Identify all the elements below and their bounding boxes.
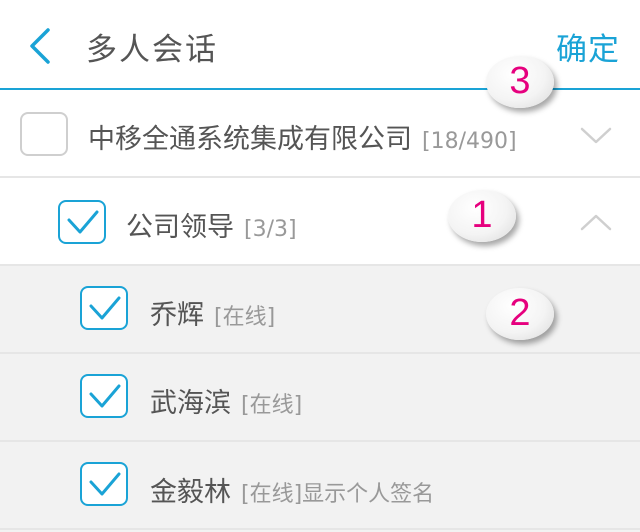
- member-name: 乔辉: [150, 300, 204, 331]
- checkmark-icon: [89, 472, 121, 496]
- chevron-down-icon[interactable]: [580, 126, 612, 146]
- member-row[interactable]: 金毅林 [在线]显示个人签名: [0, 442, 640, 532]
- group-row[interactable]: 公司领导 [3/3]: [0, 178, 640, 264]
- org-name: 中移全通系统集成有限公司: [88, 124, 412, 155]
- chevron-up-icon[interactable]: [580, 212, 612, 232]
- back-button[interactable]: [26, 26, 66, 66]
- annotation-number: 2: [509, 292, 531, 334]
- chevron-left-icon: [30, 28, 50, 64]
- annotation-badge: 3: [486, 56, 554, 108]
- member-status: [在线]显示个人签名: [241, 482, 435, 507]
- member-row[interactable]: 武海滨 [在线]: [0, 354, 640, 440]
- org-count: [18/490]: [422, 129, 517, 154]
- annotation-badge: 2: [486, 288, 554, 340]
- member-checkbox[interactable]: [80, 462, 128, 506]
- confirm-button[interactable]: 确定: [556, 24, 620, 69]
- member-name: 金毅林: [150, 477, 231, 508]
- member-checkbox[interactable]: [80, 286, 128, 330]
- org-checkbox[interactable]: [20, 112, 68, 156]
- annotation-badge: 1: [448, 190, 516, 242]
- member-checkbox[interactable]: [80, 374, 128, 418]
- divider: [0, 528, 640, 530]
- member-status: [在线]: [214, 305, 276, 330]
- group-name: 公司领导: [126, 212, 234, 243]
- annotation-number: 1: [471, 194, 493, 236]
- annotation-number: 3: [509, 60, 531, 102]
- member-status: [在线]: [241, 393, 303, 418]
- checkmark-icon: [67, 210, 99, 234]
- org-row[interactable]: 中移全通系统集成有限公司 [18/490]: [0, 90, 640, 178]
- checkmark-icon: [89, 384, 121, 408]
- page-title: 多人会话: [86, 32, 218, 68]
- checkmark-icon: [89, 296, 121, 320]
- member-name: 武海滨: [150, 388, 231, 419]
- group-checkbox[interactable]: [58, 200, 106, 244]
- group-count: [3/3]: [244, 217, 297, 242]
